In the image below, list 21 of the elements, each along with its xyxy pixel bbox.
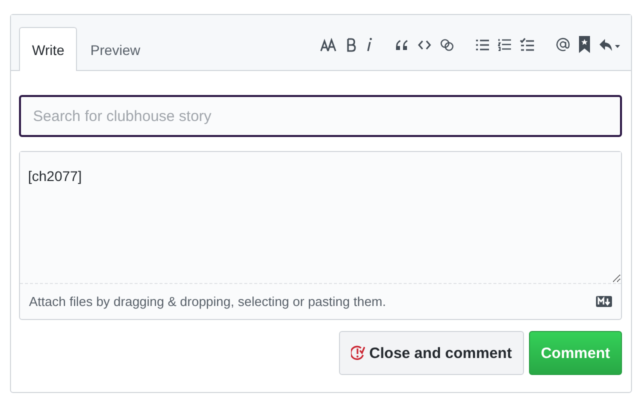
quote-icon[interactable]: [395, 38, 409, 50]
comment-textarea[interactable]: [ch2077]: [20, 152, 621, 284]
bookmark-icon[interactable]: [579, 36, 590, 53]
bold-icon[interactable]: [346, 38, 356, 52]
heading-icon[interactable]: [320, 38, 337, 52]
tab[interactable]: Write: [19, 27, 78, 71]
numbered-list-icon[interactable]: [498, 38, 511, 51]
bullet-list-icon[interactable]: [476, 38, 489, 50]
markdown-icon: [596, 296, 612, 307]
attach-hint: Attach files by dragging & dropping, selecting or pasting them.: [29, 294, 386, 309]
closed-issue-icon: [351, 345, 366, 361]
mention-icon[interactable]: [556, 37, 570, 52]
search-field[interactable]: Search for clubhouse story: [19, 95, 622, 137]
tab[interactable]: Preview: [77, 27, 154, 71]
task-list-icon[interactable]: [520, 38, 534, 52]
link-icon[interactable]: [440, 38, 454, 52]
code-icon[interactable]: [418, 38, 431, 50]
reply-icon[interactable]: [599, 38, 621, 52]
comment-editor[interactable]: [ch2077] Attach files by dragging & dropping, selecting or pasting them.: [19, 151, 622, 320]
button[interactable]: Close and comment: [339, 331, 524, 375]
italic-icon[interactable]: [365, 37, 373, 52]
